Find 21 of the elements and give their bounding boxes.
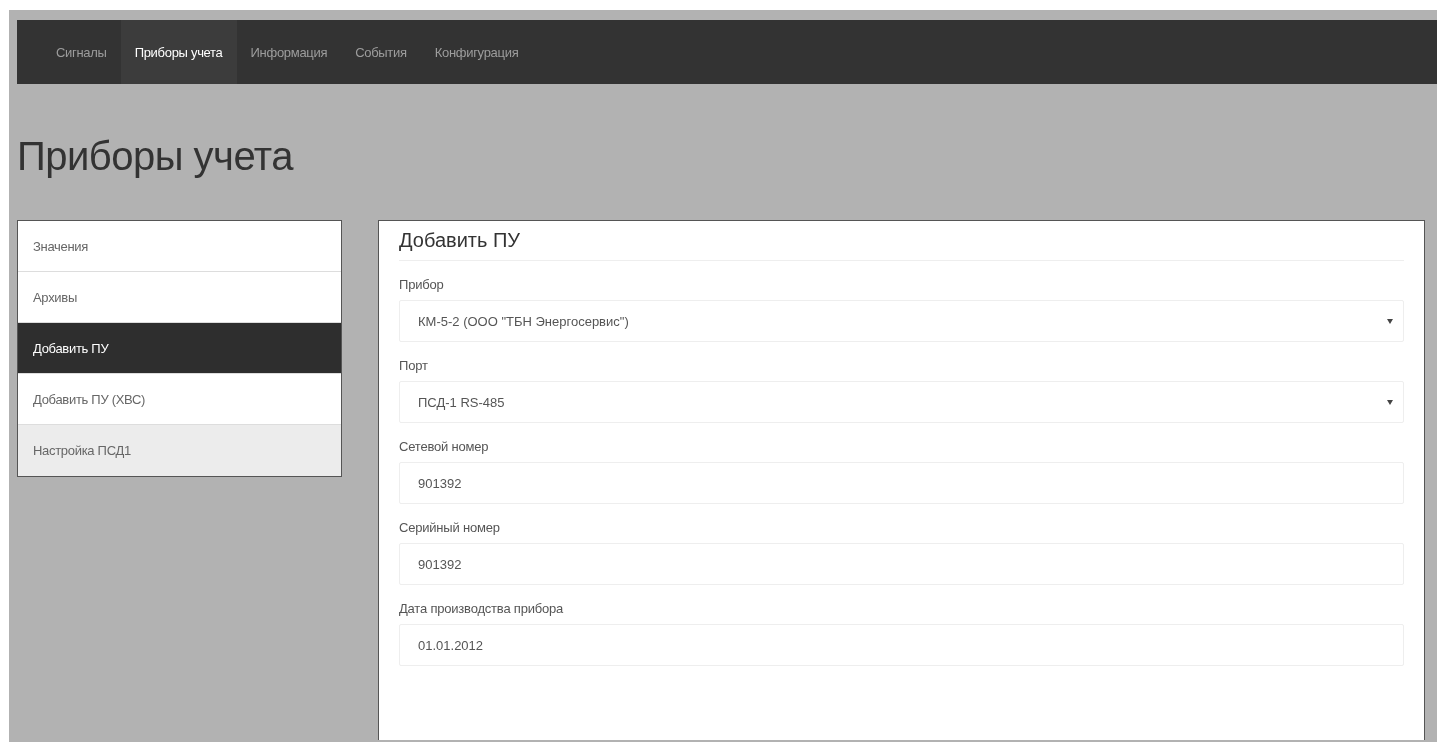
nav-tab[interactable]: Информация [236, 20, 342, 84]
nav-tab[interactable]: Конфигурация [420, 20, 533, 84]
nav-tab[interactable]: События [341, 20, 421, 84]
field-label: Серийный номер [399, 520, 500, 535]
input-field[interactable]: 901392 [399, 543, 1404, 585]
caret-icon [1387, 399, 1393, 405]
form-title: Добавить ПУ [399, 229, 1404, 261]
nav-tab[interactable]: Приборы учета [120, 20, 237, 84]
input-field[interactable]: 01.01.2012 [399, 624, 1404, 666]
sidebar-item[interactable]: Добавить ПУ [18, 323, 341, 374]
select-field[interactable]: ПСД-1 RS-485 [399, 381, 1404, 423]
input-field[interactable]: 901392 [399, 462, 1404, 504]
field-label: Порт [399, 358, 428, 373]
sidebar-item[interactable]: Настройка ПСД1 [18, 425, 341, 476]
caret-icon [1387, 318, 1393, 324]
field-label: Сетевой номер [399, 439, 489, 454]
page-title: Приборы учета [17, 133, 295, 180]
select-field[interactable]: КМ-5-2 (ООО "ТБН Энергосервис") [399, 300, 1404, 342]
nav-tab[interactable]: Сигналы [42, 20, 121, 84]
field-label: Прибор [399, 277, 444, 292]
field-label: Дата производства прибора [399, 601, 564, 616]
